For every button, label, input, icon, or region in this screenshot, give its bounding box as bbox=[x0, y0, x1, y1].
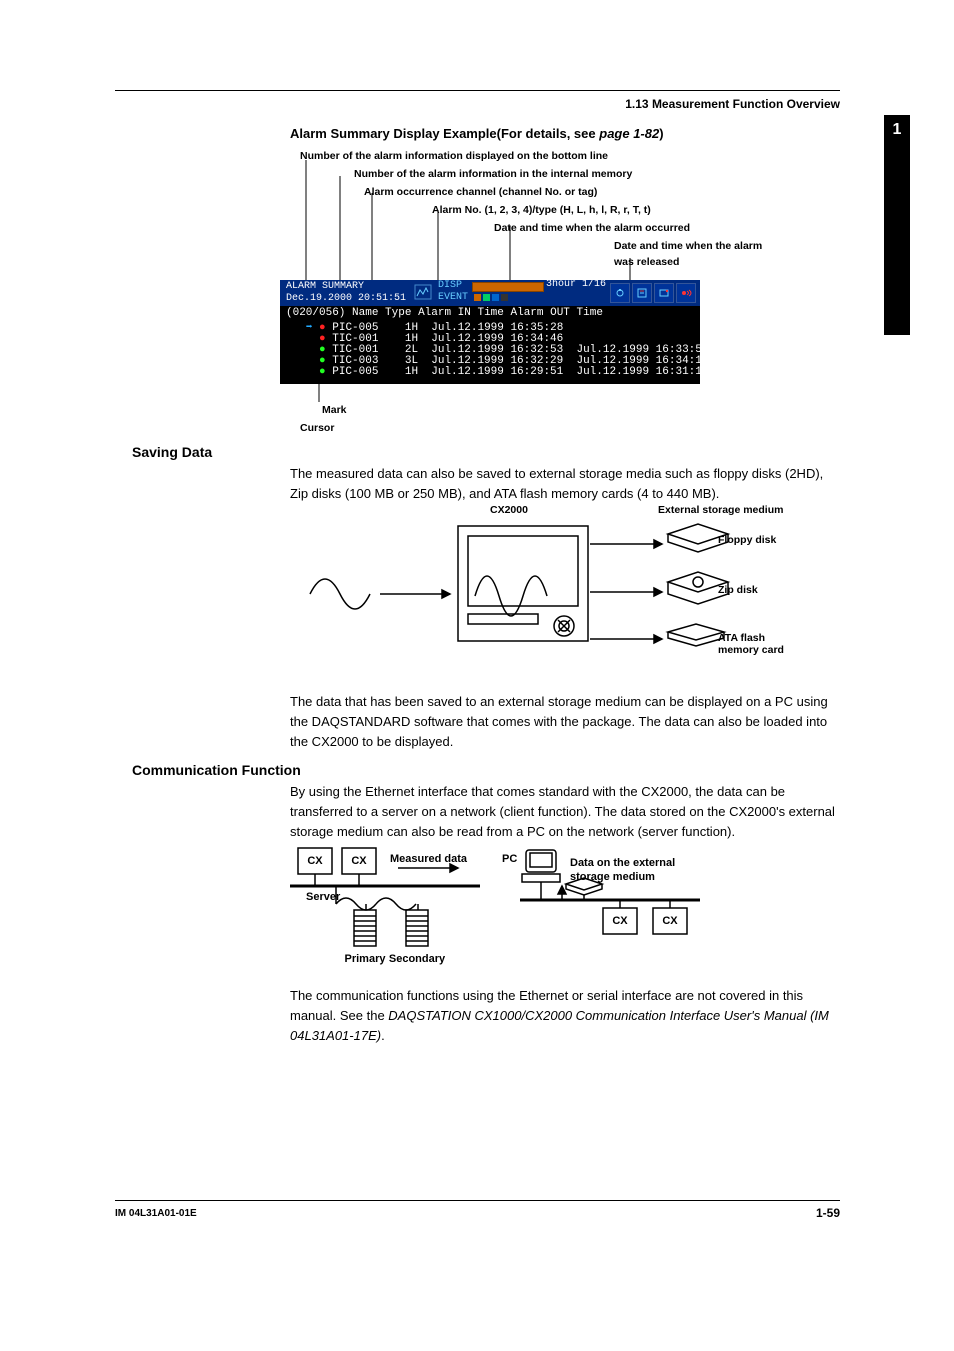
footer-manual-id: IM 04L31A01-01E bbox=[115, 1208, 197, 1219]
keylock-icon bbox=[610, 283, 630, 303]
secondary-label: Secondary bbox=[389, 953, 446, 965]
alarm-callout-labels: Number of the alarm information displaye… bbox=[300, 148, 800, 272]
comm-diagram: CX CX Measured data Server Primary bbox=[290, 848, 835, 968]
storage-diagram-svg bbox=[290, 504, 835, 684]
titlebar-icons bbox=[610, 283, 696, 303]
calc-icon bbox=[632, 283, 652, 303]
title-text: ALARM SUMMARY Dec.19.2000 20:51:51 bbox=[280, 281, 406, 305]
callout-1: Number of the alarm information displaye… bbox=[300, 148, 800, 164]
para-comm-2: The communication functions using the Et… bbox=[290, 986, 835, 1046]
mini-sq bbox=[483, 294, 490, 301]
event-label: EVENT bbox=[438, 292, 468, 304]
cx-label-4: CX bbox=[662, 915, 678, 927]
pc-label: PC bbox=[502, 853, 517, 865]
cursor-label: Cursor bbox=[300, 422, 334, 434]
para-saving-1: The measured data can also be saved to e… bbox=[290, 464, 835, 504]
title-line1: ALARM SUMMARY bbox=[286, 281, 406, 293]
timespan-label: 3hour 1/16 bbox=[546, 280, 606, 290]
footer-page-num: 1-59 bbox=[816, 1206, 840, 1220]
device-rows: ➡ ● PIC-005 1H Jul.12.1999 16:35:28 ● TI… bbox=[280, 321, 700, 384]
cx-label-3: CX bbox=[612, 915, 628, 927]
p4-text-c: . bbox=[381, 1028, 385, 1043]
alarm-icon bbox=[676, 283, 696, 303]
callout-4: Alarm No. (1, 2, 3, 4)/type (H, L, h, l,… bbox=[432, 202, 800, 218]
counter: (020/056) bbox=[286, 307, 345, 319]
data-ext-label-1: Data on the external bbox=[570, 857, 675, 869]
primary-label: Primary bbox=[345, 953, 387, 965]
comm-diagram-svg: CX CX Measured data Server Primary bbox=[290, 848, 835, 978]
cx-label-1: CX bbox=[307, 855, 323, 867]
callout-3: Alarm occurrence channel (channel No. or… bbox=[364, 184, 800, 200]
mark-label: Mark bbox=[322, 404, 347, 416]
col-name: Name bbox=[352, 307, 378, 319]
callout-2: Number of the alarm information in the i… bbox=[354, 166, 800, 182]
device-screen: ALARM SUMMARY Dec.19.2000 20:51:51 DISP … bbox=[280, 280, 700, 384]
mini-sq bbox=[492, 294, 499, 301]
alarm-title-suffix: ) bbox=[659, 126, 663, 141]
heading-saving-data: Saving Data bbox=[132, 444, 212, 460]
data-ext-label-2: storage medium bbox=[570, 871, 655, 883]
alarm-title-pageref: page 1-82 bbox=[599, 126, 659, 141]
para-saving-2: The data that has been saved to an exter… bbox=[290, 692, 835, 752]
section-header: 1.13 Measurement Function Overview bbox=[625, 97, 840, 111]
mini-sq bbox=[501, 294, 508, 301]
device-column-header: (020/056) Name Type Alarm IN Time Alarm … bbox=[280, 306, 700, 321]
disp-progress-bar bbox=[472, 282, 544, 292]
alarm-row: ● PIC-005 1H Jul.12.1999 16:29:51 Jul.12… bbox=[286, 367, 694, 378]
disp-label: DISP bbox=[438, 280, 468, 292]
disp-event-label: DISP EVENT bbox=[438, 280, 468, 304]
mini-sq bbox=[474, 294, 481, 301]
bottom-rule bbox=[115, 1200, 840, 1201]
callout-5: Date and time when the alarm occurred bbox=[494, 220, 800, 236]
top-rule bbox=[115, 90, 840, 91]
cx-label-2: CX bbox=[351, 855, 367, 867]
storage-diagram: CX2000 External storage medium Floppy di… bbox=[290, 504, 835, 684]
media-icon bbox=[654, 283, 674, 303]
alarm-title-prefix: Alarm Summary Display Example(For detail… bbox=[290, 126, 599, 141]
callout-6: Date and time when the alarm was release… bbox=[614, 238, 764, 270]
col-type: Type bbox=[385, 307, 411, 319]
measured-data-label: Measured data bbox=[390, 853, 468, 865]
device-titlebar: ALARM SUMMARY Dec.19.2000 20:51:51 DISP … bbox=[280, 280, 700, 306]
para-comm-1: By using the Ethernet interface that com… bbox=[290, 782, 835, 842]
col-out: Alarm OUT Time bbox=[511, 307, 603, 319]
title-line2: Dec.19.2000 20:51:51 bbox=[286, 293, 406, 305]
mini-squares bbox=[474, 294, 508, 301]
chapter-vertical-label: Explanation of Functions bbox=[894, 154, 906, 285]
alarm-summary-title: Alarm Summary Display Example(For detail… bbox=[290, 126, 664, 141]
heading-communication: Communication Function bbox=[132, 762, 301, 778]
mode-icon bbox=[414, 284, 434, 302]
col-in: Alarm IN Time bbox=[418, 307, 504, 319]
chapter-number: 1 bbox=[884, 115, 910, 139]
